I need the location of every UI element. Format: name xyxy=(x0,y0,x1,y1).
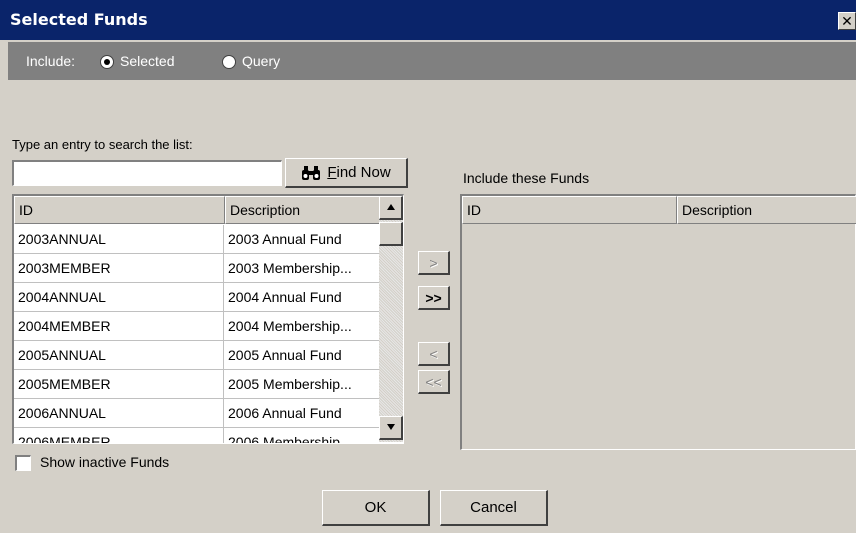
available-funds-list[interactable]: ID Description 2003ANNUAL 2003 Annual Fu… xyxy=(12,194,404,444)
radio-selected[interactable] xyxy=(100,55,114,69)
arrow-down-icon xyxy=(386,424,395,430)
scroll-up-button[interactable] xyxy=(379,196,403,220)
table-row[interactable]: 2005ANNUAL 2005 Annual Fund xyxy=(14,341,380,370)
column-header-description[interactable]: Description xyxy=(677,196,856,224)
close-icon: ✕ xyxy=(841,13,853,29)
fund-description: 2005 Annual Fund xyxy=(228,347,342,363)
ok-button[interactable]: OK xyxy=(322,490,430,526)
find-now-button[interactable]: Find Now xyxy=(285,158,408,188)
scroll-down-button[interactable] xyxy=(379,416,403,440)
search-input[interactable] xyxy=(14,162,281,185)
radio-dot xyxy=(104,59,110,65)
remove-button[interactable]: < xyxy=(418,342,450,366)
show-inactive-checkbox[interactable] xyxy=(15,455,31,471)
fund-id: 2006MEMBER xyxy=(14,428,224,443)
fund-description: 2004 Annual Fund xyxy=(228,289,342,305)
include-bar: Include: Selected Query xyxy=(8,42,856,80)
column-header-id[interactable]: ID xyxy=(14,196,225,224)
included-funds-list[interactable]: ID Description xyxy=(460,194,856,450)
cancel-button[interactable]: Cancel xyxy=(440,490,548,526)
table-row[interactable]: 2005MEMBER 2005 Membership... xyxy=(14,370,380,399)
fund-id: 2004MEMBER xyxy=(14,312,224,341)
column-header-id[interactable]: ID xyxy=(462,196,677,224)
radio-query[interactable] xyxy=(222,55,236,69)
table-row[interactable]: 2003MEMBER 2003 Membership... xyxy=(14,254,380,283)
add-button[interactable]: > xyxy=(418,251,450,275)
radio-query-label[interactable]: Query xyxy=(242,53,280,69)
show-inactive-label[interactable]: Show inactive Funds xyxy=(40,454,169,470)
fund-description: 2006 Annual Fund xyxy=(228,405,342,421)
add-all-button[interactable]: >> xyxy=(418,286,450,310)
table-row[interactable]: 2006ANNUAL 2006 Annual Fund xyxy=(14,399,380,428)
fund-description: 2005 Membership... xyxy=(228,376,352,392)
column-header-description[interactable]: Description xyxy=(225,196,382,224)
find-now-label: Find Now xyxy=(327,164,391,181)
window-title: Selected Funds xyxy=(10,10,148,29)
fund-description: 2004 Membership... xyxy=(228,318,352,334)
table-row[interactable]: 2004ANNUAL 2004 Annual Fund xyxy=(14,283,380,312)
fund-id: 2005MEMBER xyxy=(14,370,224,399)
fund-description: 2003 Membership... xyxy=(228,260,352,276)
remove-all-button[interactable]: << xyxy=(418,370,450,394)
fund-id: 2006ANNUAL xyxy=(14,399,224,428)
table-row[interactable]: 2003ANNUAL 2003 Annual Fund xyxy=(14,225,380,254)
scroll-thumb[interactable] xyxy=(379,222,403,246)
fund-id: 2003ANNUAL xyxy=(14,225,224,254)
title-bar[interactable]: Selected Funds ✕ xyxy=(0,0,856,40)
table-row[interactable]: 2004MEMBER 2004 Membership... xyxy=(14,312,380,341)
vertical-scrollbar[interactable] xyxy=(379,196,403,442)
fund-id: 2003MEMBER xyxy=(14,254,224,283)
fund-id: 2004ANNUAL xyxy=(14,283,224,312)
fund-description: 2006 Membership... xyxy=(228,434,352,444)
arrow-up-icon xyxy=(386,204,395,210)
search-prompt: Type an entry to search the list: xyxy=(12,137,193,152)
binoculars-icon xyxy=(302,165,321,180)
table-row[interactable]: 2006MEMBER 2006 Membership... xyxy=(14,428,380,444)
search-input-frame[interactable] xyxy=(12,160,282,186)
include-funds-label: Include these Funds xyxy=(463,170,590,186)
include-label: Include: xyxy=(26,53,76,69)
fund-description: 2003 Annual Fund xyxy=(228,231,342,247)
fund-id: 2005ANNUAL xyxy=(14,341,224,370)
close-button[interactable]: ✕ xyxy=(838,12,856,30)
radio-selected-label[interactable]: Selected xyxy=(120,53,174,69)
